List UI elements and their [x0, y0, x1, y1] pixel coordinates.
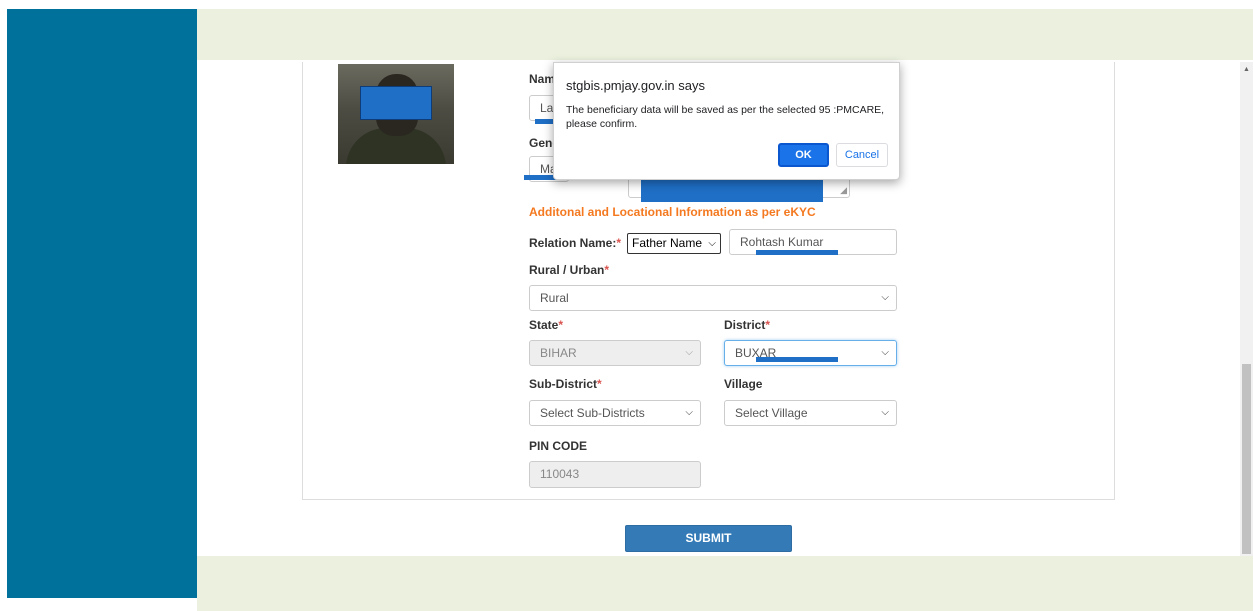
rural-urban-label-text: Rural / Urban	[529, 263, 605, 277]
footer-band	[197, 556, 1253, 611]
relation-label-text: Relation Name:	[529, 236, 617, 250]
rural-urban-label: Rural / Urban*	[529, 263, 609, 277]
required-mark: *	[558, 318, 564, 332]
redaction-bar	[756, 250, 838, 255]
rural-urban-value: Rural	[540, 291, 569, 305]
chevron-down-icon: ⌵	[708, 238, 716, 249]
sub-district-label-text: Sub-District	[529, 377, 598, 391]
village-select[interactable]: Select Village ⌵	[724, 400, 897, 426]
photo-redaction	[360, 86, 432, 120]
rural-urban-select[interactable]: Rural ⌵	[529, 285, 897, 311]
sub-district-value: Select Sub-Districts	[540, 406, 645, 420]
relation-type-select[interactable]: Father Name ⌵	[627, 233, 721, 254]
confirm-dialog: stgbis.pmjay.gov.in says The beneficiary…	[553, 62, 900, 180]
relation-type-value: Father Name	[632, 236, 703, 250]
required-mark: *	[616, 236, 622, 250]
relation-label: Relation Name:*	[529, 236, 621, 250]
chevron-down-icon: ⌵	[881, 347, 889, 358]
chevron-down-icon: ⌵	[685, 347, 693, 358]
relation-name-value: Rohtash Kumar	[740, 235, 824, 249]
left-sidebar	[7, 9, 197, 598]
sub-district-label: Sub-District*	[529, 377, 602, 391]
state-select: BIHAR ⌵	[529, 340, 701, 366]
header-band	[197, 9, 1253, 60]
redaction-bar	[756, 357, 838, 362]
pin-code-value: 110043	[540, 467, 580, 481]
section-heading: Additonal and Locational Information as …	[529, 205, 816, 219]
state-label-text: State	[529, 318, 559, 332]
arrow-up-icon[interactable]: ▲	[1243, 66, 1250, 74]
village-value: Select Village	[735, 406, 808, 420]
pin-code-label: PIN CODE	[529, 439, 588, 453]
submit-button[interactable]: SUBMIT	[625, 525, 792, 552]
scrollbar-thumb[interactable]	[1242, 364, 1251, 554]
district-label-text: District	[724, 318, 766, 332]
ok-button[interactable]: OK	[778, 143, 829, 167]
chevron-down-icon: ⌵	[881, 292, 889, 303]
chevron-down-icon: ⌵	[881, 407, 889, 418]
dialog-message: The beneficiary data will be saved as pe…	[566, 104, 885, 130]
cancel-button[interactable]: Cancel	[836, 143, 888, 167]
pin-code-input: 110043	[529, 461, 701, 488]
district-select[interactable]: BUXAR ⌵	[724, 340, 897, 366]
resize-grip-icon: ◢	[840, 185, 847, 195]
required-mark: *	[604, 263, 610, 277]
state-value: BIHAR	[540, 346, 577, 360]
state-label: State*	[529, 318, 563, 332]
district-label: District*	[724, 318, 770, 332]
beneficiary-photo	[338, 64, 454, 164]
sub-district-select[interactable]: Select Sub-Districts ⌵	[529, 400, 701, 426]
village-label: Village	[724, 377, 763, 391]
required-mark: *	[765, 318, 771, 332]
dialog-title: stgbis.pmjay.gov.in says	[566, 78, 705, 93]
chevron-down-icon: ⌵	[685, 407, 693, 418]
required-mark: *	[597, 377, 602, 391]
name-label: Nam	[529, 72, 556, 86]
